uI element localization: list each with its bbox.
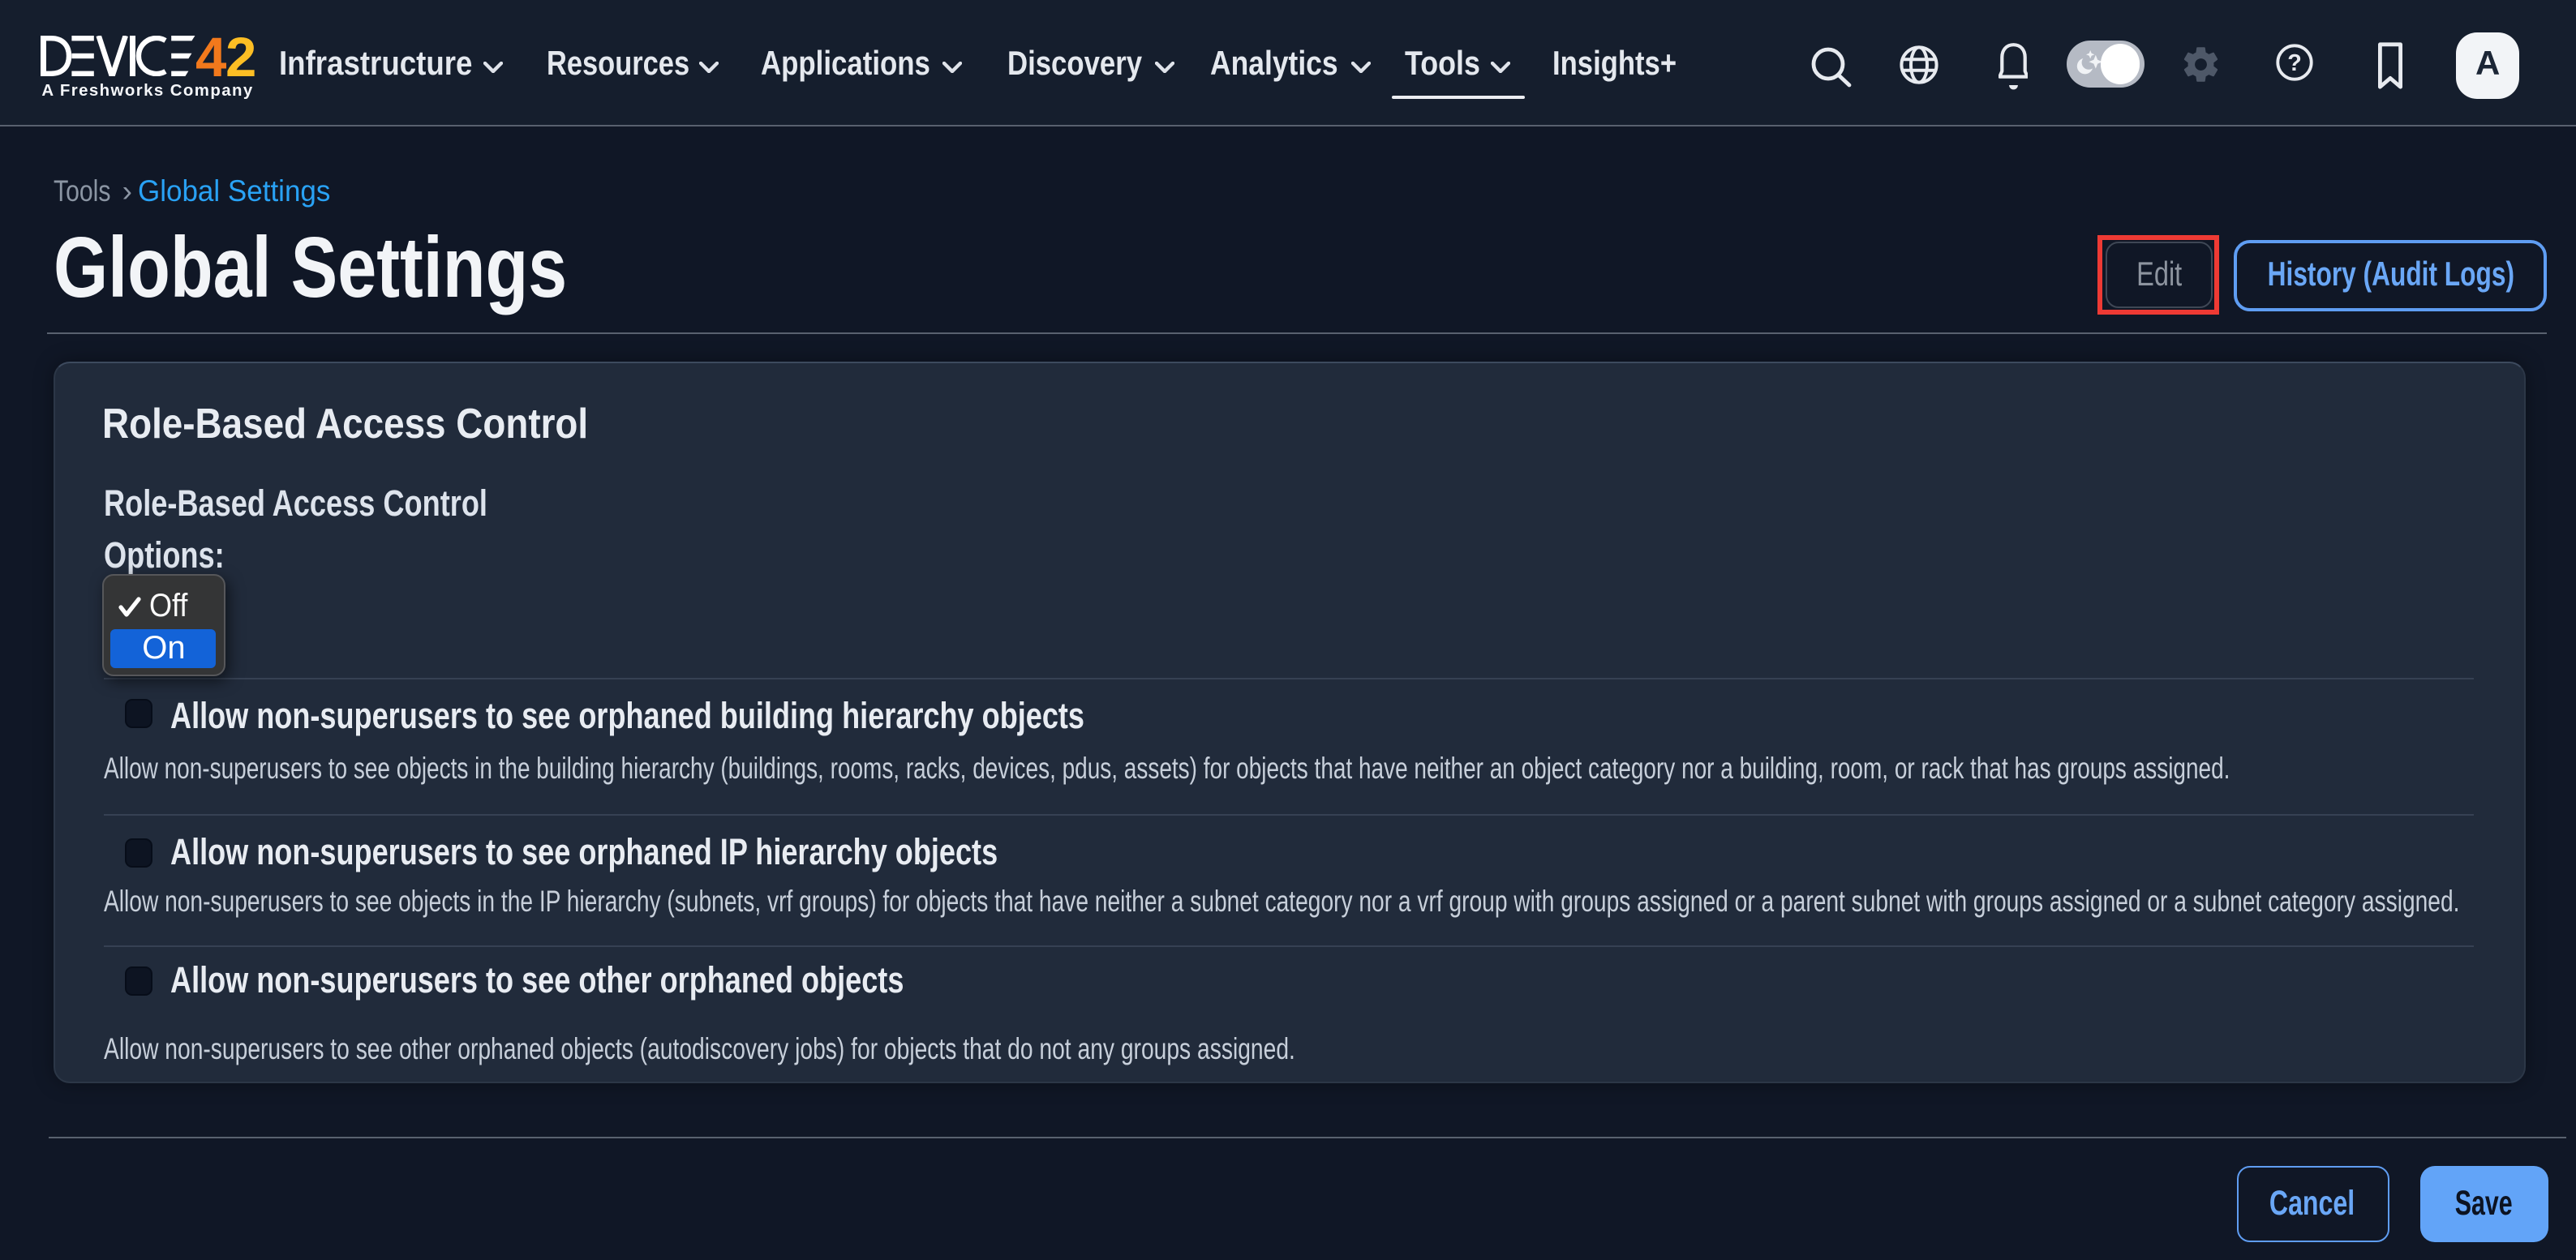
- svg-text:2: 2: [225, 36, 256, 77]
- svg-text:?: ?: [2288, 49, 2303, 75]
- svg-text:4: 4: [195, 36, 226, 77]
